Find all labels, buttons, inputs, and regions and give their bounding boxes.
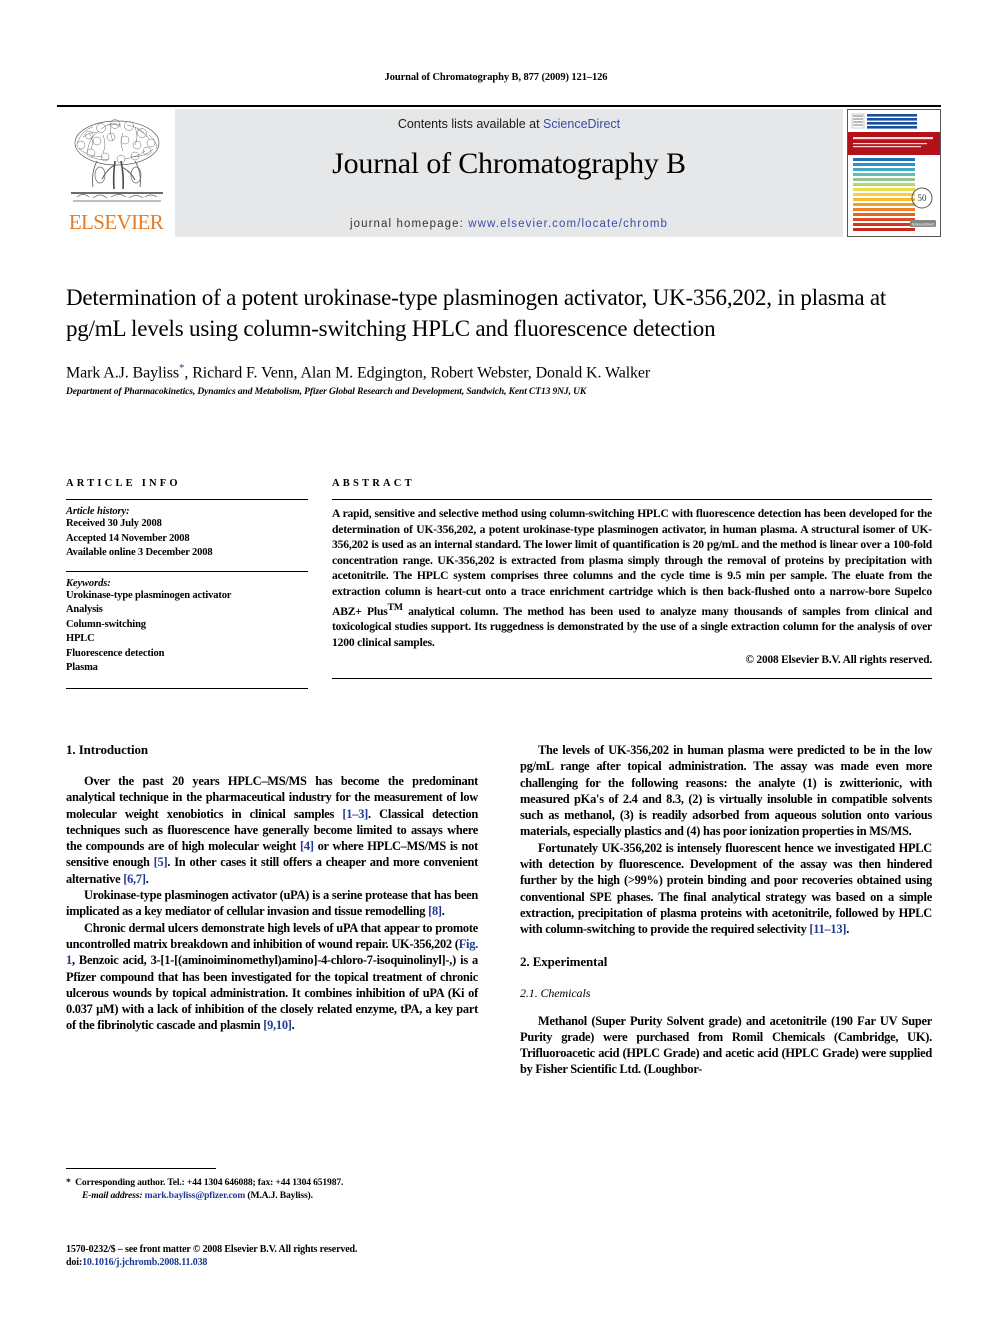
front-matter-block: 1570-0232/$ – see front matter © 2008 El… (66, 1243, 496, 1269)
keyword-item: Plasma (66, 662, 98, 673)
sciencedirect-link[interactable]: ScienceDirect (543, 117, 620, 131)
citation-link[interactable]: [9,10] (263, 1018, 292, 1032)
abstract-part-2: analytical column. The method has been u… (332, 604, 932, 649)
keyword-item: Fluorescence detection (66, 647, 165, 659)
text-run: . (441, 904, 445, 919)
right-paragraph-1: The levels of UK-356,202 in human plasma… (520, 743, 932, 839)
title-block: Determination of a potent urokinase-type… (66, 282, 932, 397)
intro-paragraph-3: Chronic dermal ulcers demonstrate high l… (66, 920, 478, 1034)
citation-link[interactable]: [11–13] (809, 922, 846, 936)
doi-label: doi: (66, 1257, 83, 1268)
authors-rest: , Richard F. Venn, Alan M. Edgington, Ro… (184, 364, 651, 382)
keyword-item: Urokinase-type plasminogen activator (66, 589, 232, 601)
text-run: . (291, 1018, 295, 1033)
author-first: Mark A.J. Bayliss (66, 364, 179, 382)
keyword-item: Analysis (66, 604, 103, 615)
intro-paragraph-1: Over the past 20 years HPLC–MS/MS has be… (66, 773, 478, 887)
email-link[interactable]: mark.bayliss@pfizer.com (145, 1190, 246, 1201)
keyword-item: Column-switching (66, 618, 146, 630)
keyword-item: HPLC (66, 633, 95, 644)
text-run: Fortunately UK-356,202 is intensely fluo… (520, 840, 932, 937)
citation-link[interactable]: [6,7] (123, 872, 146, 886)
citation-link[interactable]: [5] (154, 855, 168, 869)
right-paragraph-2: Fortunately UK-356,202 is intensely fluo… (520, 840, 932, 938)
article-page: Journal of Chromatography B, 877 (2009) … (0, 0, 992, 1323)
article-info-bottom-rule (66, 687, 308, 689)
citation-link[interactable]: [8] (428, 904, 442, 918)
homepage-url-link[interactable]: www.elsevier.com/locate/chromb (468, 218, 668, 230)
footnote-rule (66, 1168, 216, 1169)
article-history-label: Article history: (66, 506, 130, 517)
contents-available-line: Contents lists available at ScienceDirec… (175, 117, 843, 131)
keywords-label: Keywords: (66, 577, 111, 589)
email-owner: (M.A.J. Bayliss). (247, 1189, 313, 1201)
abstract-part-1: A rapid, sensitive and selective method … (332, 507, 932, 618)
elsevier-tree-icon (71, 119, 163, 202)
article-history-online: Available online 3 December 2008 (66, 547, 213, 558)
article-info-column: ARTICLE INFO Article history: Received 3… (66, 478, 308, 689)
abstract-bottom-rule (332, 678, 932, 680)
article-info-heading: ARTICLE INFO (66, 478, 181, 489)
body-columns: 1. Introduction Over the past 20 years H… (66, 742, 932, 1078)
journal-homepage-line: journal homepage: www.elsevier.com/locat… (175, 218, 843, 230)
paper-title: Determination of a potent urokinase-type… (66, 285, 887, 341)
article-history-accepted: Accepted 14 November 2008 (66, 532, 190, 544)
abstract-rule (332, 499, 932, 500)
author-list: Mark A.J. Bayliss*, Richard F. Venn, Ala… (66, 362, 932, 382)
intro-paragraph-2: Urokinase-type plasminogen activator (uP… (66, 887, 478, 920)
chemicals-paragraph-1: Methanol (Super Purity Solvent grade) an… (520, 1013, 932, 1077)
article-info-rule (66, 499, 308, 500)
doi-line: doi:10.1016/j.jchromb.2008.11.038 (66, 1256, 496, 1269)
abstract-copyright: © 2008 Elsevier B.V. All rights reserved… (745, 654, 933, 667)
abstract-heading: ABSTRACT (332, 478, 415, 489)
homepage-prefix: journal homepage: (349, 218, 469, 230)
email-note: E-mail address: mark.bayliss@pfizer.com … (66, 1190, 478, 1203)
journal-cover-image: 50 ScienceDirect (848, 110, 940, 236)
running-head: Journal of Chromatography B, 877 (2009) … (384, 72, 608, 83)
svg-text:ScienceDirect: ScienceDirect (912, 223, 934, 227)
footnote-block: * Corresponding author. Tel.: +44 1304 6… (66, 1168, 478, 1202)
abstract-column: ABSTRACT A rapid, sensitive and selectiv… (332, 478, 932, 689)
masthead-center: Contents lists available at ScienceDirec… (175, 109, 843, 237)
trademark-symbol: TM (387, 601, 403, 613)
contents-prefix: Contents lists available at (397, 117, 544, 131)
body-right-column: The levels of UK-356,202 in human plasma… (520, 742, 932, 1078)
text-run: Chronic dermal ulcers demonstrate high l… (66, 920, 478, 951)
elsevier-wordmark: ELSEVIER (68, 210, 164, 234)
corresponding-author-note: * Corresponding author. Tel.: +44 1304 6… (66, 1177, 478, 1190)
svg-text:50: 50 (918, 193, 928, 203)
affiliation: Department of Pharmacokinetics, Dynamics… (66, 387, 587, 398)
citation-link[interactable]: [1–3] (342, 807, 368, 821)
doi-link[interactable]: 10.1016/j.jchromb.2008.11.038 (82, 1257, 207, 1268)
article-history-received: Received 30 July 2008 (66, 518, 162, 529)
keywords-rule (66, 570, 308, 572)
introduction-heading: 1. Introduction (66, 742, 149, 757)
footnote-star: * (66, 1177, 71, 1188)
experimental-heading: 2. Experimental (520, 953, 608, 969)
info-abstract-row: ARTICLE INFO Article history: Received 3… (66, 478, 932, 689)
elsevier-logo: ELSEVIER (57, 109, 175, 237)
email-label: E-mail address: (82, 1189, 143, 1201)
citation-link[interactable]: [4] (300, 839, 314, 853)
journal-cover-thumbnail: 50 ScienceDirect (847, 109, 941, 237)
corresponding-author-text: Corresponding author. Tel.: +44 1304 646… (75, 1177, 344, 1188)
text-run: . (145, 871, 149, 886)
text-run: Urokinase-type plasminogen activator (uP… (66, 888, 478, 919)
text-run: . (846, 922, 850, 937)
issn-copyright-line: 1570-0232/$ – see front matter © 2008 El… (66, 1244, 358, 1255)
chemicals-heading: 2.1. Chemicals (520, 985, 591, 1000)
abstract-text: A rapid, sensitive and selective method … (332, 506, 932, 650)
body-left-column: 1. Introduction Over the past 20 years H… (66, 742, 478, 1078)
journal-masthead: ELSEVIER Contents lists available at Sci… (57, 105, 941, 237)
journal-title: Journal of Chromatography B (332, 147, 686, 180)
